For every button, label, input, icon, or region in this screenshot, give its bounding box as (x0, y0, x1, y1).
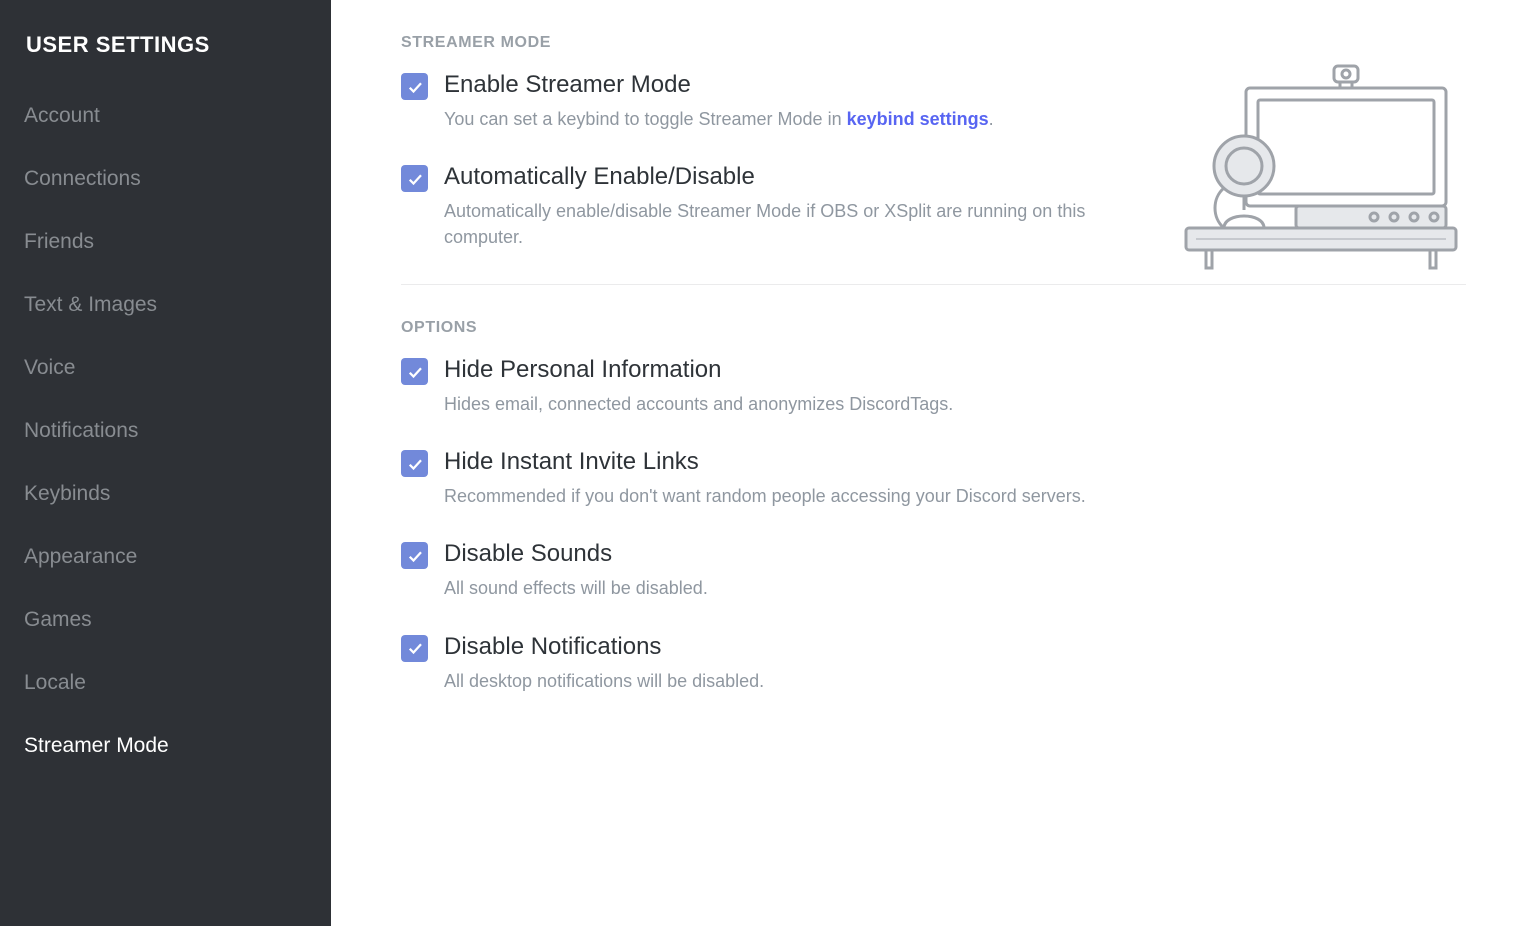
checkbox-auto-enable-disable[interactable] (401, 165, 428, 192)
setting-hide-instant-invite-links: Hide Instant Invite Links Recommended if… (401, 447, 1466, 509)
setting-disable-sounds: Disable Sounds All sound effects will be… (401, 539, 1466, 601)
setting-desc: Automatically enable/disable Streamer Mo… (444, 198, 1126, 250)
desc-text: . (989, 109, 994, 129)
sidebar-item-keybinds[interactable]: Keybinds (0, 462, 331, 525)
setting-title: Hide Instant Invite Links (444, 447, 1466, 477)
setting-text: Automatically Enable/Disable Automatical… (444, 162, 1126, 250)
checkbox-disable-notifications[interactable] (401, 635, 428, 662)
sidebar-item-friends[interactable]: Friends (0, 210, 331, 273)
checkbox-disable-sounds[interactable] (401, 542, 428, 569)
sidebar-item-account[interactable]: Account (0, 84, 331, 147)
setting-desc: Recommended if you don't want random peo… (444, 483, 1466, 509)
setting-enable-streamer-mode: Enable Streamer Mode You can set a keybi… (401, 70, 1126, 132)
setting-title: Disable Sounds (444, 539, 1466, 569)
setting-text: Disable Sounds All sound effects will be… (444, 539, 1466, 601)
section-heading-options: Options (401, 319, 1466, 337)
sidebar-item-games[interactable]: Games (0, 588, 331, 651)
settings-sidebar: User Settings Account Connections Friend… (0, 0, 331, 926)
checkbox-enable-streamer-mode[interactable] (401, 73, 428, 100)
sidebar-item-notifications[interactable]: Notifications (0, 399, 331, 462)
check-icon (406, 455, 424, 473)
checkbox-hide-instant-invite-links[interactable] (401, 450, 428, 477)
setting-text: Disable Notifications All desktop notifi… (444, 632, 1466, 694)
setting-title: Automatically Enable/Disable (444, 162, 1126, 192)
setting-desc: All sound effects will be disabled. (444, 575, 1466, 601)
check-icon (406, 78, 424, 96)
section-divider (401, 284, 1466, 285)
setting-desc: All desktop notifications will be disabl… (444, 668, 1466, 694)
app-root: User Settings Account Connections Friend… (0, 0, 1536, 926)
setting-title: Hide Personal Information (444, 355, 1466, 385)
sidebar-item-streamer-mode[interactable]: Streamer Mode (0, 714, 331, 777)
setting-desc: Hides email, connected accounts and anon… (444, 391, 1466, 417)
section-options: Options Hide Personal Information Hides … (401, 319, 1466, 693)
checkbox-hide-personal-information[interactable] (401, 358, 428, 385)
sidebar-item-voice[interactable]: Voice (0, 336, 331, 399)
setting-title: Disable Notifications (444, 632, 1466, 662)
setting-hide-personal-information: Hide Personal Information Hides email, c… (401, 355, 1466, 417)
sidebar-item-connections[interactable]: Connections (0, 147, 331, 210)
sidebar-item-appearance[interactable]: Appearance (0, 525, 331, 588)
setting-disable-notifications: Disable Notifications All desktop notifi… (401, 632, 1466, 694)
setting-title: Enable Streamer Mode (444, 70, 1126, 100)
sidebar-item-text-images[interactable]: Text & Images (0, 273, 331, 336)
setting-desc: You can set a keybind to toggle Streamer… (444, 106, 1126, 132)
keybind-settings-link[interactable]: keybind settings (847, 109, 989, 129)
setting-auto-enable-disable: Automatically Enable/Disable Automatical… (401, 162, 1126, 250)
sidebar-title: User Settings (0, 0, 331, 84)
desc-text: You can set a keybind to toggle Streamer… (444, 109, 847, 129)
check-icon (406, 170, 424, 188)
sidebar-nav: Account Connections Friends Text & Image… (0, 84, 331, 777)
settings-main: Streamer Mode Enable Streamer Mode You c… (331, 0, 1536, 926)
check-icon (406, 363, 424, 381)
streaming-rig-illustration (1176, 60, 1466, 270)
check-icon (406, 547, 424, 565)
setting-text: Hide Personal Information Hides email, c… (444, 355, 1466, 417)
check-icon (406, 639, 424, 657)
section-heading-streamer-mode: Streamer Mode (401, 34, 1126, 52)
setting-text: Enable Streamer Mode You can set a keybi… (444, 70, 1126, 132)
setting-text: Hide Instant Invite Links Recommended if… (444, 447, 1466, 509)
sidebar-item-locale[interactable]: Locale (0, 651, 331, 714)
